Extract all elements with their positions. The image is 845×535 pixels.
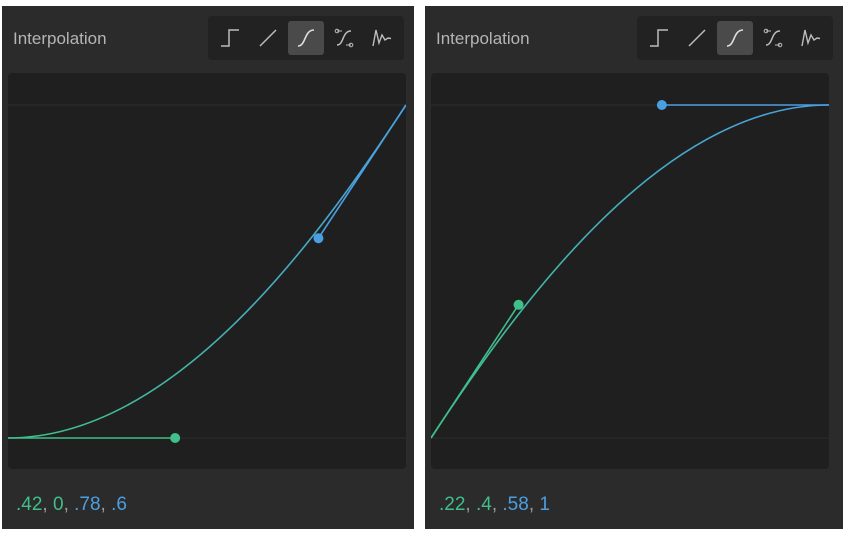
curve-graph[interactable] [8,73,406,469]
interpolation-panel-left: Interpolation .42, 0, .78, .6 [2,6,414,529]
value-y1: .4 [475,494,492,515]
control-point-1[interactable] [513,299,524,310]
value-sep: , [528,494,540,515]
value-sep: , [491,494,503,515]
value-sep: , [63,494,75,515]
interpolation-toolbar [208,16,404,60]
value-y2: .6 [111,494,127,515]
bezier-handles-icon[interactable] [755,21,791,55]
curve-svg [431,100,829,439]
value-x2: .78 [74,494,101,515]
value-sep: , [42,494,53,515]
bezier-values-readout: .22, .4, .58, 1 [439,494,550,516]
linear-icon[interactable] [679,21,715,55]
linear-icon[interactable] [250,21,286,55]
value-sep: , [100,494,112,515]
bezier-values-readout: .42, 0, .78, .6 [16,494,127,516]
bezier-curve [431,104,829,439]
bezier-curve [8,104,406,439]
control-point-1[interactable] [170,433,181,443]
value-x1: .42 [16,494,43,515]
interpolation-panel-right: Interpolation .22, .4, .58, 1 [425,6,843,529]
value-sep: , [465,494,476,515]
ease-curve-icon[interactable] [717,21,753,55]
value-y2: 1 [539,494,550,515]
panel-title: Interpolation [13,29,107,48]
value-x1: .22 [439,494,466,515]
curve-graph[interactable] [431,73,829,469]
control-point-2[interactable] [656,100,667,110]
ease-curve-icon[interactable] [288,21,324,55]
spring-icon[interactable] [793,21,829,55]
value-y1: 0 [52,494,64,515]
control-point-2[interactable] [313,233,324,244]
step-icon[interactable] [641,21,677,55]
step-icon[interactable] [212,21,248,55]
bezier-handles-icon[interactable] [326,21,362,55]
panel-title: Interpolation [436,29,530,48]
curve-svg [8,104,406,443]
value-x2: .58 [502,494,529,515]
spring-icon[interactable] [364,21,400,55]
interpolation-toolbar [637,16,833,60]
